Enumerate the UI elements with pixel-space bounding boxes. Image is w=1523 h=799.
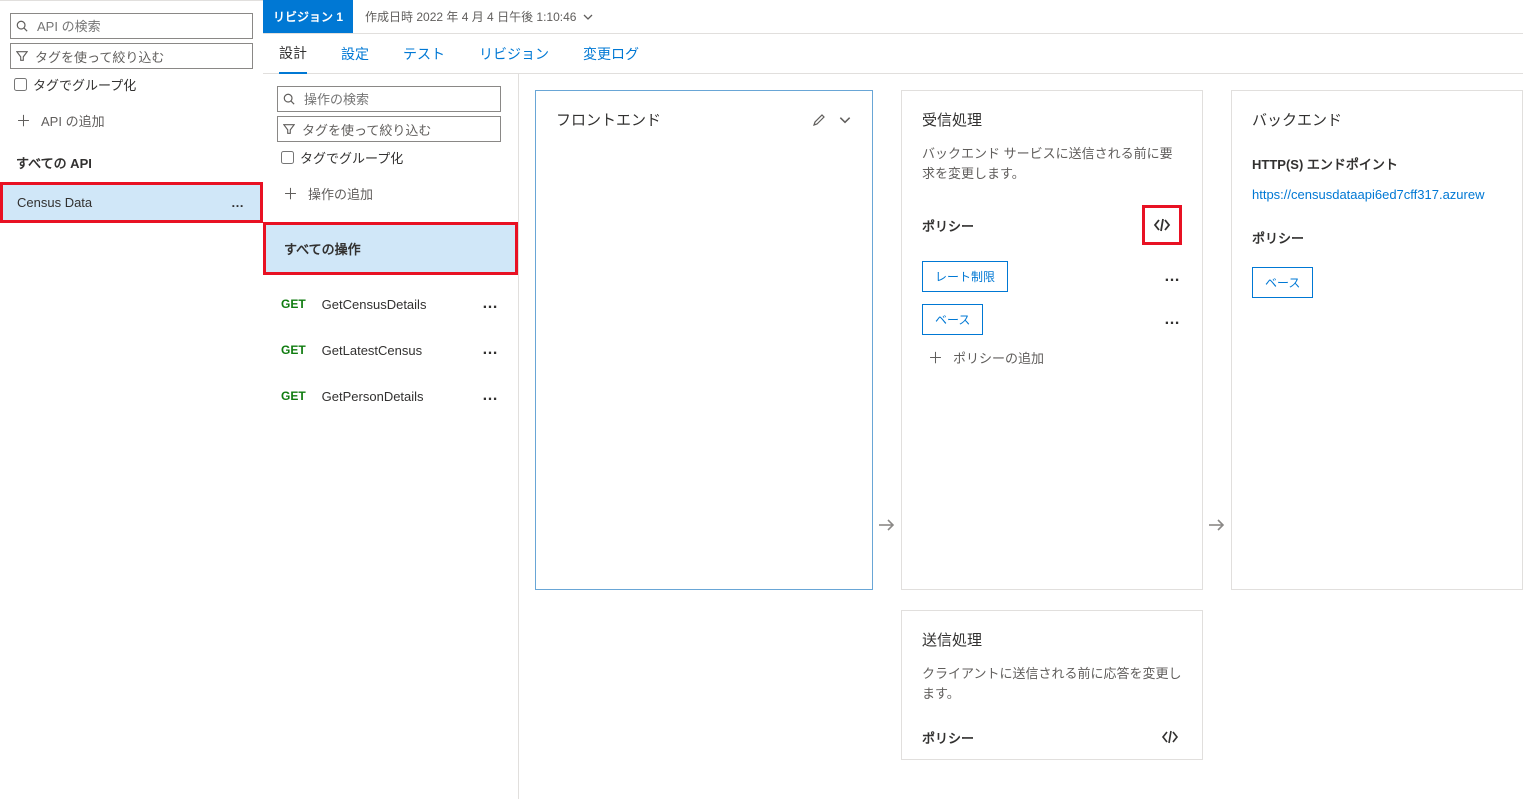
frontend-title: フロントエンド — [556, 109, 661, 130]
policy-code-editor-button[interactable] — [1142, 205, 1182, 245]
operation-name: GetCensusDetails — [322, 297, 427, 312]
add-operation-label: 操作の追加 — [308, 184, 373, 203]
group-by-tag-label: タグでグループ化 — [33, 75, 136, 94]
operation-method: GET — [281, 389, 306, 403]
edit-icon[interactable] — [812, 113, 826, 127]
group-by-tag-checkbox[interactable] — [14, 78, 27, 91]
search-icon — [15, 19, 29, 33]
backend-endpoint-label: HTTP(S) エンドポイント — [1252, 154, 1502, 173]
operation-method: GET — [281, 297, 306, 311]
tab-revisions[interactable]: リビジョン — [479, 34, 549, 74]
policy-more-icon[interactable]: … — [1164, 268, 1182, 286]
inbound-title: 受信処理 — [922, 109, 1182, 130]
inbound-desc: バックエンド サービスに送信される前に要求を変更します。 — [922, 144, 1182, 183]
backend-title: バックエンド — [1252, 109, 1502, 130]
op-group-by-tag-row[interactable]: タグでグループ化 — [277, 148, 504, 167]
api-item-label: Census Data — [17, 195, 92, 210]
backend-policy-label: ポリシー — [1252, 228, 1502, 247]
all-apis-header[interactable]: すべての API — [10, 149, 253, 182]
api-search-input[interactable] — [35, 18, 248, 35]
frontend-panel: フロントエンド — [535, 90, 873, 590]
add-policy-label: ポリシーの追加 — [953, 348, 1044, 367]
tab-design[interactable]: 設計 — [279, 34, 307, 74]
operation-row[interactable]: GET GetLatestCensus … — [277, 327, 504, 373]
api-filter-placeholder: タグを使って絞り込む — [35, 47, 248, 66]
outbound-title: 送信処理 — [922, 629, 1182, 650]
add-api-button[interactable]: ＋ API の追加 — [10, 110, 253, 131]
revision-created-text: 作成日時 2022 年 4 月 4 日午後 1:10:46 — [365, 8, 576, 25]
operation-row[interactable]: GET GetCensusDetails … — [277, 281, 504, 327]
operation-more-icon[interactable]: … — [482, 295, 500, 313]
api-search-input-wrapper[interactable] — [10, 13, 253, 39]
api-item-census-data[interactable]: Census Data … — [0, 182, 263, 223]
backend-panel: バックエンド HTTP(S) エンドポイント https://censusdat… — [1231, 90, 1523, 590]
chevron-down-icon[interactable] — [582, 11, 594, 23]
policy-rate-limit[interactable]: レート制限 — [922, 261, 1008, 292]
operation-search-input[interactable] — [302, 91, 496, 108]
op-group-by-tag-label: タグでグループ化 — [300, 148, 403, 167]
operation-row[interactable]: GET GetPersonDetails … — [277, 373, 504, 419]
operation-more-icon[interactable]: … — [482, 341, 500, 359]
tab-settings[interactable]: 設定 — [341, 34, 369, 74]
all-operations-item[interactable]: すべての操作 — [263, 222, 518, 275]
policy-more-icon[interactable]: … — [1164, 311, 1182, 329]
plus-icon: ＋ — [283, 183, 298, 204]
operation-more-icon[interactable]: … — [482, 387, 500, 405]
operation-search-input-wrapper[interactable] — [277, 86, 501, 112]
outbound-policy-label: ポリシー — [922, 728, 974, 747]
add-api-label: API の追加 — [41, 111, 105, 130]
inbound-panel: 受信処理 バックエンド サービスに送信される前に要求を変更します。 ポリシー レ… — [901, 90, 1203, 590]
group-by-tag-checkbox-row[interactable]: タグでグループ化 — [10, 75, 253, 94]
tab-test[interactable]: テスト — [403, 34, 445, 74]
operation-name: GetPersonDetails — [322, 389, 424, 404]
add-policy-button[interactable]: ＋ ポリシーの追加 — [922, 347, 1182, 368]
flow-arrow — [873, 90, 901, 799]
operation-name: GetLatestCensus — [322, 343, 422, 358]
add-operation-button[interactable]: ＋ 操作の追加 — [277, 183, 504, 204]
api-item-more-icon[interactable]: … — [231, 195, 246, 210]
revision-badge[interactable]: リビジョン 1 — [263, 0, 353, 33]
backend-endpoint-url[interactable]: https://censusdataapi6ed7cff317.azurew — [1252, 187, 1502, 202]
plus-icon: ＋ — [928, 347, 943, 368]
plus-icon: ＋ — [16, 110, 31, 131]
backend-policy-base[interactable]: ベース — [1252, 267, 1313, 298]
outbound-desc: クライアントに送信される前に応答を変更します。 — [922, 664, 1182, 703]
flow-arrow — [1203, 90, 1231, 799]
operation-filter-input[interactable]: タグを使って絞り込む — [277, 116, 501, 142]
inbound-policy-label: ポリシー — [922, 216, 974, 235]
filter-icon — [282, 122, 296, 136]
op-group-by-tag-checkbox[interactable] — [281, 151, 294, 164]
outbound-code-editor-button[interactable] — [1158, 725, 1182, 749]
api-filter-input[interactable]: タグを使って絞り込む — [10, 43, 253, 69]
filter-icon — [15, 49, 29, 63]
chevron-down-icon[interactable] — [838, 113, 852, 127]
policy-base[interactable]: ベース — [922, 304, 983, 335]
operation-filter-placeholder: タグを使って絞り込む — [302, 120, 496, 139]
outbound-panel: 送信処理 クライアントに送信される前に応答を変更します。 ポリシー — [901, 610, 1203, 760]
operation-method: GET — [281, 343, 306, 357]
search-icon — [282, 92, 296, 106]
tab-changelog[interactable]: 変更ログ — [583, 34, 639, 74]
